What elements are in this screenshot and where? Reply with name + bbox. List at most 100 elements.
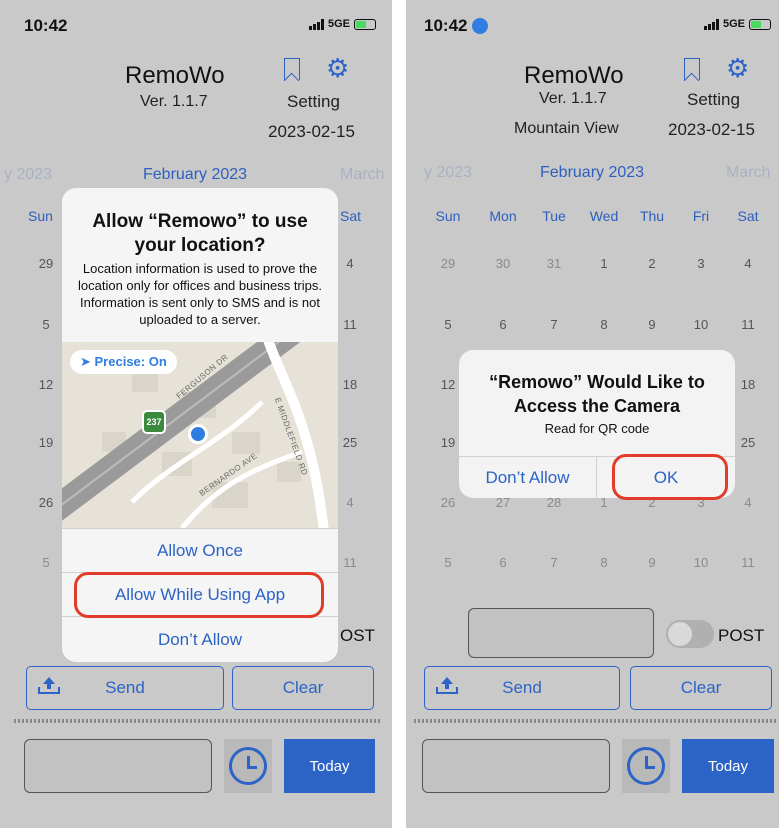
- prev-month-label[interactable]: y 2023: [4, 166, 52, 184]
- location-name: Mountain View: [514, 120, 619, 137]
- today-button[interactable]: Today: [284, 739, 375, 793]
- route-shield-icon: 237: [142, 410, 166, 434]
- calendar-day[interactable]: 7: [534, 555, 574, 570]
- status-time: 10:42: [24, 16, 68, 35]
- calendar-day[interactable]: 3: [681, 256, 721, 271]
- calendar-day[interactable]: 5: [26, 555, 66, 570]
- alert-message: Read for QR code: [544, 421, 650, 436]
- gear-icon[interactable]: ⚙: [326, 55, 349, 81]
- weekday-label: Thu: [639, 208, 665, 224]
- clock-icon: [627, 747, 665, 785]
- clock-icon: [229, 747, 267, 785]
- upload-icon: [436, 677, 458, 694]
- calendar-day[interactable]: 9: [632, 555, 672, 570]
- calendar-day[interactable]: 30: [483, 256, 523, 271]
- calendar-day[interactable]: 4: [728, 256, 768, 271]
- clear-button[interactable]: Clear: [630, 666, 772, 710]
- calendar-day[interactable]: 29: [26, 256, 66, 271]
- weekday-label: Sat: [737, 208, 759, 224]
- calendar-day[interactable]: 8: [584, 555, 624, 570]
- weekday-label: Wed: [589, 208, 619, 224]
- setting-label[interactable]: Setting: [287, 92, 340, 112]
- dont-allow-button[interactable]: Don’t Allow: [62, 616, 338, 662]
- divider: [414, 719, 776, 723]
- today-button[interactable]: Today: [682, 739, 774, 793]
- calendar-day[interactable]: 10: [681, 317, 721, 332]
- network-label: 5GE: [327, 18, 350, 30]
- current-date: 2023-02-15: [668, 120, 755, 139]
- calendar-day[interactable]: 1: [584, 256, 624, 271]
- calendar-day[interactable]: 9: [632, 317, 672, 332]
- prev-month-label[interactable]: y 2023: [424, 164, 472, 182]
- phone-screen-location-prompt: 10:42 5GE RemoWo Ver. 1.1.7 ⚙ Setting 20…: [0, 0, 392, 828]
- clock-button[interactable]: [622, 739, 670, 793]
- app-title: RemoWo: [524, 62, 624, 89]
- calendar-day[interactable]: 8: [584, 317, 624, 332]
- calendar-day[interactable]: 12: [26, 377, 66, 392]
- highlight-annotation: [74, 572, 324, 618]
- current-month-label: February 2023: [540, 164, 645, 181]
- calendar-day[interactable]: 29: [428, 256, 468, 271]
- post-input[interactable]: [468, 608, 654, 658]
- current-month-label: February 2023: [143, 166, 248, 183]
- location-map: ➤ Precise: On FERGUSON DR E MIDDLEFIELD …: [62, 342, 338, 528]
- network-label: 5GE: [722, 18, 745, 30]
- status-indicators: 5GE: [703, 18, 771, 30]
- next-month-label[interactable]: March: [726, 164, 770, 182]
- calendar-day[interactable]: 11: [728, 317, 768, 332]
- setting-label[interactable]: Setting: [687, 90, 740, 110]
- app-title: RemoWo: [125, 62, 225, 89]
- allow-once-button[interactable]: Allow Once: [62, 528, 338, 572]
- send-button[interactable]: Send: [424, 666, 620, 710]
- calendar-day[interactable]: 26: [26, 495, 66, 510]
- weekday-label: Fri: [692, 208, 710, 224]
- app-version: Ver. 1.1.7: [539, 90, 607, 107]
- app-version: Ver. 1.1.7: [140, 93, 208, 110]
- bookmark-icon[interactable]: [284, 58, 300, 80]
- weekday-sun: Sun: [28, 208, 53, 224]
- location-arrow-icon: [472, 18, 488, 34]
- weekday-label: Tue: [542, 208, 566, 224]
- send-label: Send: [105, 678, 145, 697]
- bookmark-icon[interactable]: [684, 58, 700, 80]
- calendar-day[interactable]: 2: [632, 256, 672, 271]
- upload-icon: [38, 677, 60, 694]
- post-toggle[interactable]: [666, 620, 714, 648]
- calendar-day[interactable]: 5: [26, 317, 66, 332]
- alert-message: Location information is used to prove th…: [77, 261, 322, 327]
- battery-icon: [749, 18, 771, 30]
- calendar-day[interactable]: 5: [428, 317, 468, 332]
- status-bar: 10:42 5GE: [406, 14, 779, 38]
- post-label: OST: [340, 626, 375, 645]
- weekday-label: Sun: [435, 208, 461, 224]
- calendar-day[interactable]: 11: [728, 555, 768, 570]
- calendar-day[interactable]: 19: [26, 435, 66, 450]
- next-month-label[interactable]: March: [340, 166, 384, 184]
- calendar-day[interactable]: 31: [534, 256, 574, 271]
- calendar-day[interactable]: 6: [483, 555, 523, 570]
- signal-icon: [703, 18, 719, 30]
- highlight-annotation: [612, 454, 728, 500]
- divider: [14, 719, 380, 723]
- time-input[interactable]: [24, 739, 212, 793]
- alert-title: Allow “Remowo” to use your location?: [92, 211, 308, 256]
- status-indicators: 5GE: [308, 18, 376, 30]
- calendar-day[interactable]: 10: [681, 555, 721, 570]
- status-time: 10:42: [424, 16, 468, 35]
- clock-button[interactable]: [224, 739, 272, 793]
- post-label: POST: [718, 626, 765, 645]
- calendar-day[interactable]: 6: [483, 317, 523, 332]
- weekday-sat: Sat: [340, 208, 362, 224]
- calendar-day[interactable]: 7: [534, 317, 574, 332]
- send-label: Send: [502, 678, 542, 697]
- battery-icon: [354, 18, 376, 30]
- dont-allow-button[interactable]: Don’t Allow: [459, 456, 597, 498]
- alert-title: “Remowo” Would Like to Access the Camera: [489, 372, 705, 416]
- gear-icon[interactable]: ⚙: [726, 55, 749, 81]
- send-button[interactable]: Send: [26, 666, 224, 710]
- time-input[interactable]: [422, 739, 610, 793]
- clear-button[interactable]: Clear: [232, 666, 374, 710]
- calendar-day[interactable]: 5: [428, 555, 468, 570]
- precise-toggle[interactable]: ➤ Precise: On: [70, 350, 177, 374]
- location-dot-icon: [188, 424, 208, 444]
